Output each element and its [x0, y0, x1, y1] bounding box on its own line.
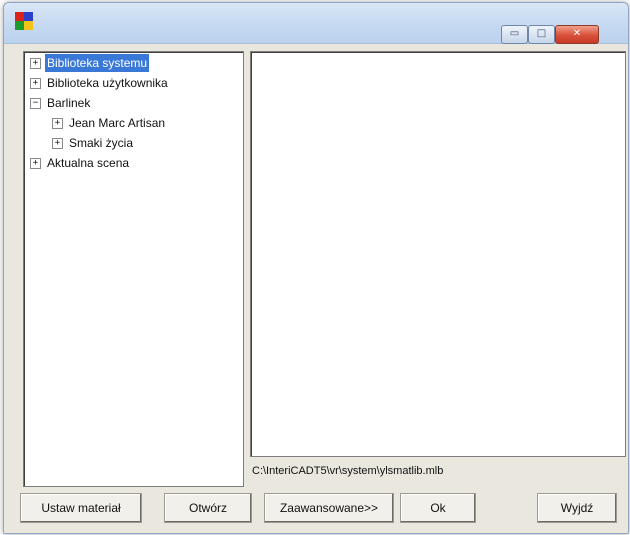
- tree-item-label[interactable]: Jean Marc Artisan: [67, 114, 167, 132]
- exit-button[interactable]: Wyjdź: [537, 493, 617, 523]
- close-button[interactable]: ✕: [555, 25, 599, 44]
- tree-item-label[interactable]: Aktualna scena: [45, 154, 131, 172]
- app-icon: [15, 12, 33, 30]
- advanced-button[interactable]: Zaawansowane>>: [264, 493, 394, 523]
- maximize-button[interactable]: □: [528, 25, 555, 44]
- close-icon: ✕: [572, 28, 582, 39]
- tree-item-label[interactable]: Barlinek: [45, 94, 92, 112]
- expand-icon[interactable]: +: [30, 58, 41, 69]
- material-library-window: ▭ □ ✕ + Biblioteka systemu + Biblioteka …: [3, 2, 629, 534]
- minimize-button[interactable]: ▭: [501, 25, 528, 44]
- minimize-icon: ▭: [509, 28, 520, 39]
- tree-item-label[interactable]: Biblioteka użytkownika: [45, 74, 170, 92]
- open-button[interactable]: Otwórz: [164, 493, 252, 523]
- library-tree[interactable]: + Biblioteka systemu + Biblioteka użytko…: [23, 51, 244, 487]
- ok-button[interactable]: Ok: [400, 493, 476, 523]
- maximize-icon: □: [536, 28, 547, 39]
- expand-icon[interactable]: +: [52, 118, 63, 129]
- expand-icon[interactable]: +: [30, 158, 41, 169]
- expand-icon[interactable]: +: [52, 138, 63, 149]
- collapse-icon[interactable]: −: [30, 98, 41, 109]
- tree-item-label[interactable]: Smaki życia: [67, 134, 135, 152]
- library-path-label: C:\InteriCADT5\vr\system\ylsmatlib.mlb: [252, 465, 444, 477]
- material-preview-area[interactable]: [250, 51, 626, 457]
- set-material-button[interactable]: Ustaw materiał: [20, 493, 142, 523]
- tree-item-label[interactable]: Biblioteka systemu: [45, 54, 150, 72]
- expand-icon[interactable]: +: [30, 78, 41, 89]
- title-bar[interactable]: ▭ □ ✕: [4, 3, 628, 44]
